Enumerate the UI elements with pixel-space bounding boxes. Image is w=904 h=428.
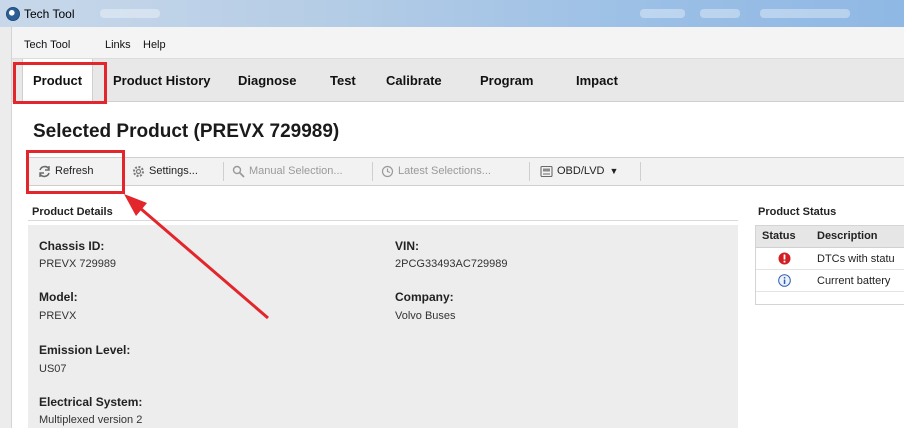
settings-button[interactable]: Settings...: [129, 159, 198, 184]
toolbar-divider: [223, 162, 224, 181]
gear-icon: [133, 166, 144, 177]
status-column-header[interactable]: Status: [762, 230, 796, 242]
product-status-table: Status Description DTCs with statu Curre…: [755, 225, 904, 305]
clock-icon: [381, 165, 394, 178]
table-row[interactable]: Current battery: [756, 270, 904, 292]
menu-tech-tool[interactable]: Tech Tool: [24, 39, 70, 51]
settings-label: Settings...: [149, 165, 198, 177]
status-description: DTCs with statu: [817, 253, 895, 265]
vin-label: VIN:: [395, 239, 419, 253]
model-value: PREVX: [39, 310, 77, 322]
tab-product-history[interactable]: Product History: [113, 59, 211, 102]
app-icon: [6, 7, 20, 21]
product-tab-highlight: [13, 62, 107, 104]
main-tab-bar: Product Product History Diagnose Test Ca…: [12, 59, 904, 103]
info-icon: [778, 274, 791, 287]
menu-links[interactable]: Links: [105, 39, 131, 51]
toolbar-divider: [372, 162, 373, 181]
emission-level-value: US07: [39, 363, 67, 375]
page-title: Selected Product (PREVX 729989): [33, 121, 340, 142]
toolbar-divider: [640, 162, 641, 181]
menu-help[interactable]: Help: [143, 39, 166, 51]
left-gutter: [0, 27, 12, 428]
model-label: Model:: [39, 290, 78, 304]
electrical-system-label: Electrical System:: [39, 395, 143, 409]
tab-program[interactable]: Program: [480, 59, 533, 102]
company-label: Company:: [395, 290, 454, 304]
obd-lvd-dropdown[interactable]: OBD/LVD ▼: [537, 159, 618, 184]
table-row[interactable]: DTCs with statu: [756, 248, 904, 270]
refresh-button-highlight: [26, 150, 125, 194]
menu-bar: Tech Tool Links Help: [12, 27, 904, 59]
tab-impact[interactable]: Impact: [576, 59, 618, 102]
tab-diagnose[interactable]: Diagnose: [238, 59, 297, 102]
latest-selections-label: Latest Selections...: [398, 165, 491, 177]
window-title: Tech Tool: [24, 7, 75, 21]
blurred-title-segment: [100, 9, 160, 18]
toolbar-divider: [529, 162, 530, 181]
emission-level-label: Emission Level:: [39, 343, 131, 357]
chassis-id-value: PREVX 729989: [39, 258, 117, 270]
manual-selection-label: Manual Selection...: [249, 165, 343, 177]
blurred-title-segment: [760, 9, 850, 18]
blurred-title-segment: [640, 9, 685, 18]
chassis-id-label: Chassis ID:: [39, 239, 105, 253]
connector-icon: [540, 165, 553, 178]
latest-selections-button[interactable]: Latest Selections...: [378, 159, 491, 184]
chevron-down-icon: ▼: [609, 166, 619, 176]
section-divider: [28, 220, 738, 221]
manual-selection-button[interactable]: Manual Selection...: [229, 159, 343, 184]
error-icon: [778, 252, 791, 265]
company-value: Volvo Buses: [395, 310, 456, 322]
status-table-header: Status Description: [756, 226, 904, 248]
product-details-heading: Product Details: [32, 206, 113, 218]
status-description: Current battery: [817, 275, 891, 287]
product-status-heading: Product Status: [758, 206, 837, 218]
electrical-system-value: Multiplexed version 2: [39, 414, 143, 426]
blurred-title-segment: [700, 9, 740, 18]
search-icon: [232, 165, 245, 178]
vin-value: 2PCG33493AC729989: [395, 258, 508, 270]
product-toolbar: Refresh Settings... Manual Selection... …: [28, 157, 904, 186]
tab-test[interactable]: Test: [330, 59, 356, 102]
obd-lvd-label: OBD/LVD: [557, 165, 605, 177]
window-title-bar: Tech Tool: [0, 0, 904, 27]
description-column-header[interactable]: Description: [817, 230, 878, 242]
tab-calibrate[interactable]: Calibrate: [386, 59, 442, 102]
